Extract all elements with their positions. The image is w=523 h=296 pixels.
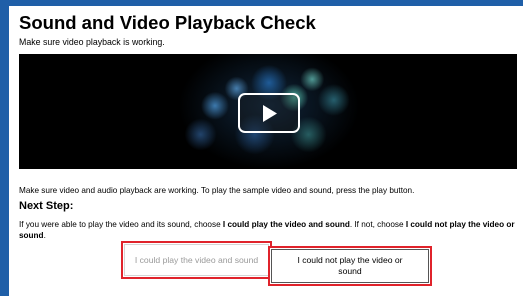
next-step-text-1: If you were able to play the video and i… bbox=[19, 220, 223, 229]
could-not-play-button[interactable]: I could not play the video or sound bbox=[271, 249, 429, 283]
could-play-highlight: I could play the video and sound bbox=[121, 241, 272, 279]
page-title: Sound and Video Playback Check bbox=[19, 12, 316, 33]
next-step-text: If you were able to play the video and i… bbox=[19, 220, 519, 241]
could-play-button[interactable]: I could play the video and sound bbox=[124, 244, 269, 276]
playback-instructions: Make sure video and audio playback are w… bbox=[19, 186, 415, 195]
playback-check-panel: Sound and Video Playback Check Make sure… bbox=[9, 6, 523, 296]
next-step-text-2: . If not, choose bbox=[349, 220, 406, 229]
video-player[interactable] bbox=[19, 54, 517, 169]
page-subtitle: Make sure video playback is working. bbox=[19, 37, 165, 47]
next-step-bold-1: I could play the video and sound bbox=[222, 220, 350, 229]
next-step-heading: Next Step: bbox=[19, 200, 74, 212]
play-icon bbox=[263, 105, 277, 122]
could-not-play-highlight: I could not play the video or sound bbox=[268, 246, 432, 286]
next-step-text-3: . bbox=[43, 230, 46, 240]
play-button[interactable] bbox=[238, 93, 300, 133]
